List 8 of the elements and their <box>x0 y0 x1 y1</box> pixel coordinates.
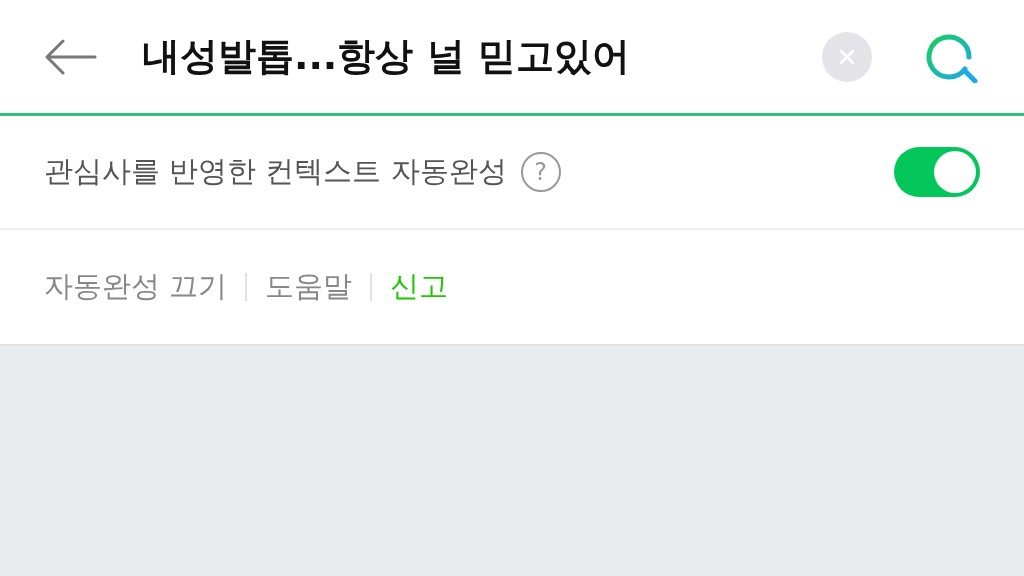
footer-link[interactable]: 자동완성 끄기 <box>44 265 228 309</box>
setting-label: 관심사를 반영한 컨텍스트 자동완성 <box>44 153 507 191</box>
footer-link[interactable]: 신고 <box>390 265 449 309</box>
help-icon[interactable]: ? <box>520 152 561 192</box>
footer-link[interactable]: 도움말 <box>265 265 353 309</box>
back-arrow-icon <box>43 38 97 75</box>
close-icon <box>839 48 855 65</box>
toggle-switch[interactable] <box>894 147 980 197</box>
